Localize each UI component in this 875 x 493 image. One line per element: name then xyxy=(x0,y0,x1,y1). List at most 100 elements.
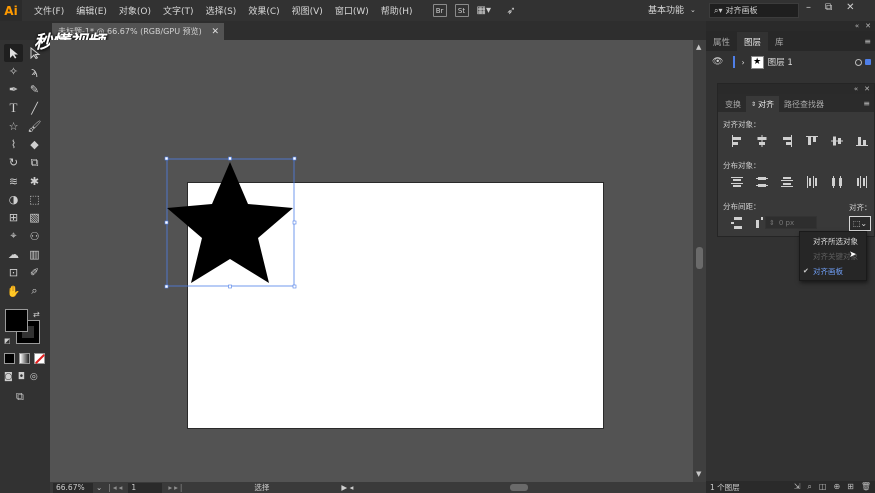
close-panel-icon[interactable]: ✕ xyxy=(865,22,871,30)
curvature-tool-icon[interactable]: ✎ xyxy=(25,81,44,99)
menu-select[interactable]: 选择(S) xyxy=(200,0,243,21)
clipping-mask-icon[interactable]: ◫ xyxy=(819,482,827,492)
menu-view[interactable]: 视图(V) xyxy=(286,0,329,21)
vertical-scrollbar[interactable]: ▲ ▼ xyxy=(693,40,706,482)
dropdown-item-align-artboard[interactable]: ✔ 对齐画板 xyxy=(800,264,868,278)
menu-object[interactable]: 对象(O) xyxy=(113,0,157,21)
puppet-warp-tool-icon[interactable]: ✱ xyxy=(25,172,44,190)
restore-icon[interactable]: ⧉ xyxy=(825,2,832,13)
align-panel-menu-icon[interactable]: ≡ xyxy=(863,99,870,108)
tab-libraries[interactable]: 库 xyxy=(768,32,791,51)
symbol-sprayer-tool-icon[interactable]: ☁ xyxy=(4,245,23,263)
distribute-vertical-center-icon[interactable] xyxy=(749,175,774,189)
spacing-input[interactable]: ⇕ 0 px xyxy=(765,216,817,229)
color-mode-icon[interactable] xyxy=(4,353,15,364)
gradient-mode-icon[interactable] xyxy=(19,353,30,364)
hand-tool-icon[interactable]: ✋ xyxy=(4,282,23,300)
draw-behind-icon[interactable]: ◘ xyxy=(18,372,25,382)
distribute-horizontal-center-icon[interactable] xyxy=(824,175,849,189)
menu-window[interactable]: 窗口(W) xyxy=(329,0,375,21)
locate-object-icon[interactable]: ⌕ xyxy=(807,482,811,492)
menu-help[interactable]: 帮助(H) xyxy=(375,0,419,21)
menu-edit[interactable]: 编辑(E) xyxy=(70,0,113,21)
swap-fill-stroke-icon[interactable]: ⇄ xyxy=(33,310,40,319)
slice-tool-icon[interactable]: ✐ xyxy=(25,264,44,282)
zoom-chevron-icon[interactable]: ⌄ xyxy=(96,483,102,492)
arrange-documents-icon[interactable]: ▦▾ xyxy=(477,4,499,18)
star-shape[interactable] xyxy=(164,156,298,290)
workspace-switcher[interactable]: 基本功能 ⌄ xyxy=(648,3,696,17)
line-segment-tool-icon[interactable]: ╱ xyxy=(25,99,44,117)
close-align-panel-icon[interactable]: ✕ xyxy=(864,85,870,93)
menu-effect[interactable]: 效果(C) xyxy=(242,0,285,21)
screen-mode-icon[interactable]: ⧉ xyxy=(16,390,24,404)
align-left-icon[interactable] xyxy=(724,134,749,148)
first-prev-artboard-icon[interactable]: |◂◂ xyxy=(108,483,124,492)
warp-tool-icon[interactable]: ≋ xyxy=(4,172,23,190)
distribute-left-icon[interactable] xyxy=(799,175,824,189)
dropdown-item-align-selection[interactable]: 对齐所选对象 xyxy=(800,234,868,248)
tab-layers[interactable]: 图层 xyxy=(737,32,769,51)
scroll-down-icon[interactable]: ▼ xyxy=(696,470,701,478)
type-tool-icon[interactable]: T xyxy=(4,99,23,117)
align-right-icon[interactable] xyxy=(774,134,799,148)
next-last-artboard-icon[interactable]: ▸▸| xyxy=(168,483,184,492)
column-graph-tool-icon[interactable]: ▥ xyxy=(25,245,44,263)
lasso-tool-icon[interactable]: ϡ xyxy=(25,62,44,80)
collapse-align-panel-icon[interactable]: « xyxy=(854,85,858,93)
zoom-tool-icon[interactable]: ⌕ xyxy=(25,282,44,300)
tab-align[interactable]: ⇕ 对齐 xyxy=(746,96,780,112)
menu-file[interactable]: 文件(F) xyxy=(28,0,70,21)
fill-swatch[interactable] xyxy=(5,309,28,332)
pen-tool-icon[interactable]: ✒ xyxy=(4,81,23,99)
selection-indicator[interactable] xyxy=(865,59,871,65)
layer-row[interactable]: 👁 › ★ 图层 1 xyxy=(706,53,875,71)
align-top-icon[interactable] xyxy=(799,134,824,148)
eraser-tool-icon[interactable]: ◆ xyxy=(25,135,44,153)
draw-normal-icon[interactable]: ◙ xyxy=(4,372,13,382)
none-mode-icon[interactable] xyxy=(34,353,45,364)
collapse-panel-icon[interactable]: « xyxy=(855,22,859,30)
target-circle-icon[interactable] xyxy=(855,58,862,66)
delete-icon[interactable]: 🗑 xyxy=(861,482,871,492)
artboard-number-input[interactable]: 1 xyxy=(128,482,163,493)
align-to-dropdown-button[interactable]: ⬚⌄ xyxy=(849,216,871,231)
distribute-right-icon[interactable] xyxy=(849,175,874,189)
bridge-button[interactable]: Br xyxy=(432,4,447,17)
vertical-distribute-space-icon[interactable] xyxy=(724,216,749,230)
search-input[interactable]: ⌕▾ 对齐画板 xyxy=(709,3,799,18)
horizontal-scroll-thumb[interactable] xyxy=(510,484,528,491)
panel-menu-icon[interactable]: ≡ xyxy=(864,37,871,46)
align-horizontal-center-icon[interactable] xyxy=(749,134,774,148)
paintbrush-tool-icon[interactable]: 🖌 xyxy=(25,117,44,135)
stock-button[interactable]: St xyxy=(454,4,469,17)
mesh-tool-icon[interactable]: ⊞ xyxy=(4,209,23,227)
scale-tool-icon[interactable]: ⧉ xyxy=(25,154,44,172)
scroll-thumb[interactable] xyxy=(696,247,703,269)
shape-builder-tool-icon[interactable]: ◑ xyxy=(4,190,23,208)
scroll-up-icon[interactable]: ▲ xyxy=(696,43,701,51)
magic-wand-tool-icon[interactable]: ✧ xyxy=(4,62,23,80)
gradient-tool-icon[interactable]: ▧ xyxy=(25,209,44,227)
default-colors-icon[interactable]: ◩ xyxy=(4,337,11,345)
star-tool-icon[interactable]: ☆ xyxy=(4,117,23,135)
status-menu-icon[interactable]: ▶ ◂ xyxy=(341,483,353,492)
artboard-tool-icon[interactable]: ⊡ xyxy=(4,264,23,282)
shaper-tool-icon[interactable]: ⌇ xyxy=(4,135,23,153)
layer-target[interactable] xyxy=(855,58,871,66)
minimize-icon[interactable]: – xyxy=(806,2,811,13)
selection-tool-icon[interactable] xyxy=(4,44,23,63)
align-bottom-icon[interactable] xyxy=(849,134,874,148)
distribute-bottom-icon[interactable] xyxy=(774,175,799,189)
gpu-rocket-icon[interactable]: ➶ xyxy=(507,4,516,17)
menu-type[interactable]: 文字(T) xyxy=(157,0,200,21)
visibility-eye-icon[interactable]: 👁 xyxy=(712,57,723,67)
draw-inside-icon[interactable]: ◎ xyxy=(30,372,38,382)
close-icon[interactable]: ✕ xyxy=(846,2,854,13)
eyedropper-tool-icon[interactable]: ⌖ xyxy=(4,227,23,245)
perspective-grid-tool-icon[interactable]: ⬚ xyxy=(25,190,44,208)
expand-arrow-icon[interactable]: › xyxy=(741,58,744,67)
tab-pathfinder[interactable]: 路径查找器 xyxy=(779,96,829,112)
zoom-input[interactable]: 66.67% xyxy=(53,482,93,493)
rotate-tool-icon[interactable]: ↻ xyxy=(4,154,23,172)
